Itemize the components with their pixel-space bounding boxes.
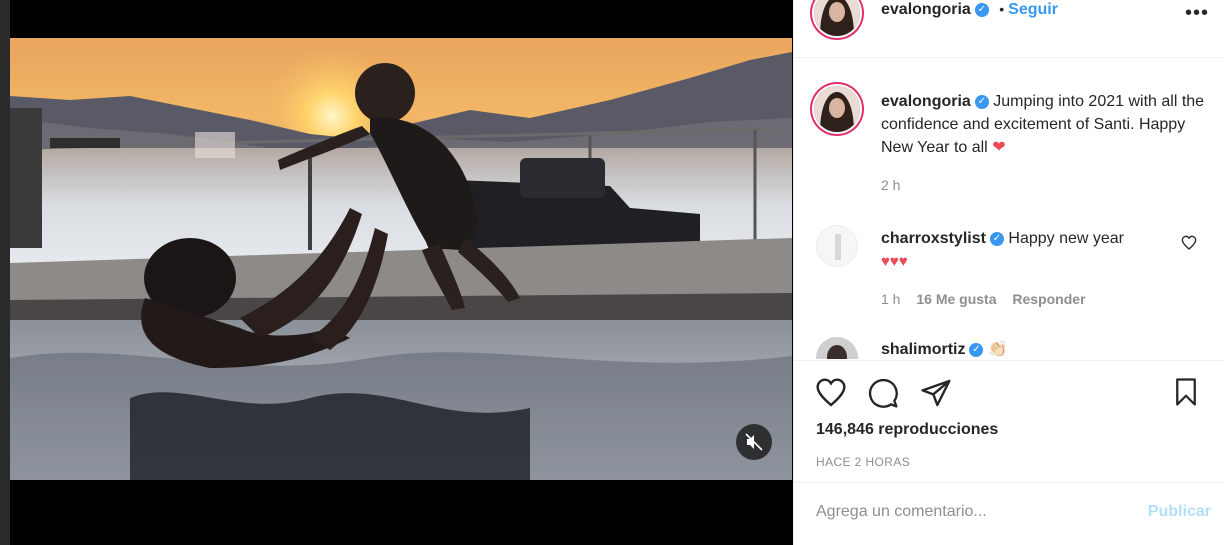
verified-badge-icon: ✓ xyxy=(974,2,989,17)
video-frame xyxy=(10,38,792,480)
comment-username[interactable]: shalimortiz xyxy=(881,341,965,358)
hearts-emoji: ❤ xyxy=(992,139,1006,156)
verified-badge-icon: ✓ xyxy=(969,342,984,357)
post-media xyxy=(0,0,793,545)
reply-button[interactable]: Responder xyxy=(1012,291,1085,307)
comment-likes[interactable]: 16 Me gusta xyxy=(916,291,996,307)
verified-badge-icon: ✓ xyxy=(974,94,989,109)
post-header: evalongoria ✓ • Seguir ••• xyxy=(794,0,1224,58)
avatar-image xyxy=(817,226,857,266)
post-panel: evalongoria ✓ • Seguir ••• evalongoria ✓ Ju… xyxy=(793,0,1224,545)
avatar-image xyxy=(814,0,860,36)
comment-bubble-icon[interactable] xyxy=(867,377,899,409)
comment: charroxstylist ✓ Happy new year ♥♥♥ xyxy=(881,227,1181,273)
comments-section: evalongoria ✓ Jumping into 2021 with all … xyxy=(794,59,1224,359)
follow-button[interactable]: Seguir xyxy=(1008,1,1058,18)
comment-form: Publicar xyxy=(794,482,1224,545)
verified-badge-icon: ✓ xyxy=(989,231,1004,246)
avatar[interactable] xyxy=(814,0,860,36)
bookmark-icon[interactable] xyxy=(1171,375,1201,409)
video-player[interactable] xyxy=(10,38,792,480)
publish-button[interactable]: Publicar xyxy=(1148,503,1211,521)
heart-icon[interactable] xyxy=(814,377,848,409)
separator-dot: • xyxy=(999,1,1005,17)
caption: evalongoria ✓ Jumping into 2021 with all … xyxy=(881,90,1211,159)
comment-text: Happy new year xyxy=(1008,230,1125,247)
avatar-image xyxy=(814,86,860,132)
post-time: HACE 2 HORAS xyxy=(816,455,911,469)
avatar-image xyxy=(816,337,858,359)
comment-meta: 1 h 16 Me gusta Responder xyxy=(881,291,1086,307)
header-username[interactable]: evalongoria xyxy=(881,1,971,18)
action-bar: 146,846 reproducciones HACE 2 HORAS xyxy=(794,360,1224,480)
comment-text: 👏🏻 xyxy=(987,341,1008,358)
caption-time: 2 h xyxy=(881,177,901,193)
caption-avatar[interactable] xyxy=(814,86,860,132)
commenter-avatar[interactable] xyxy=(816,225,858,267)
speaker-muted-icon xyxy=(745,433,763,451)
view-count: 146,846 reproducciones xyxy=(816,421,999,438)
header-user-line: evalongoria ✓ • Seguir xyxy=(881,1,1058,19)
comment-username[interactable]: charroxstylist xyxy=(881,230,986,247)
browser-edge xyxy=(0,0,10,545)
more-dots-icon[interactable]: ••• xyxy=(1185,2,1209,25)
comment-hearts: ♥♥♥ xyxy=(881,253,908,270)
comment-input[interactable] xyxy=(816,503,1136,521)
comment-like-heart-icon[interactable] xyxy=(1181,235,1197,251)
caption-username[interactable]: evalongoria xyxy=(881,93,971,110)
comment: shalimortiz ✓ 👏🏻 xyxy=(881,339,1008,359)
comment-time: 1 h xyxy=(881,291,901,307)
commenter-avatar[interactable] xyxy=(816,337,858,359)
mute-button[interactable] xyxy=(736,424,772,460)
paper-plane-icon[interactable] xyxy=(919,377,953,409)
